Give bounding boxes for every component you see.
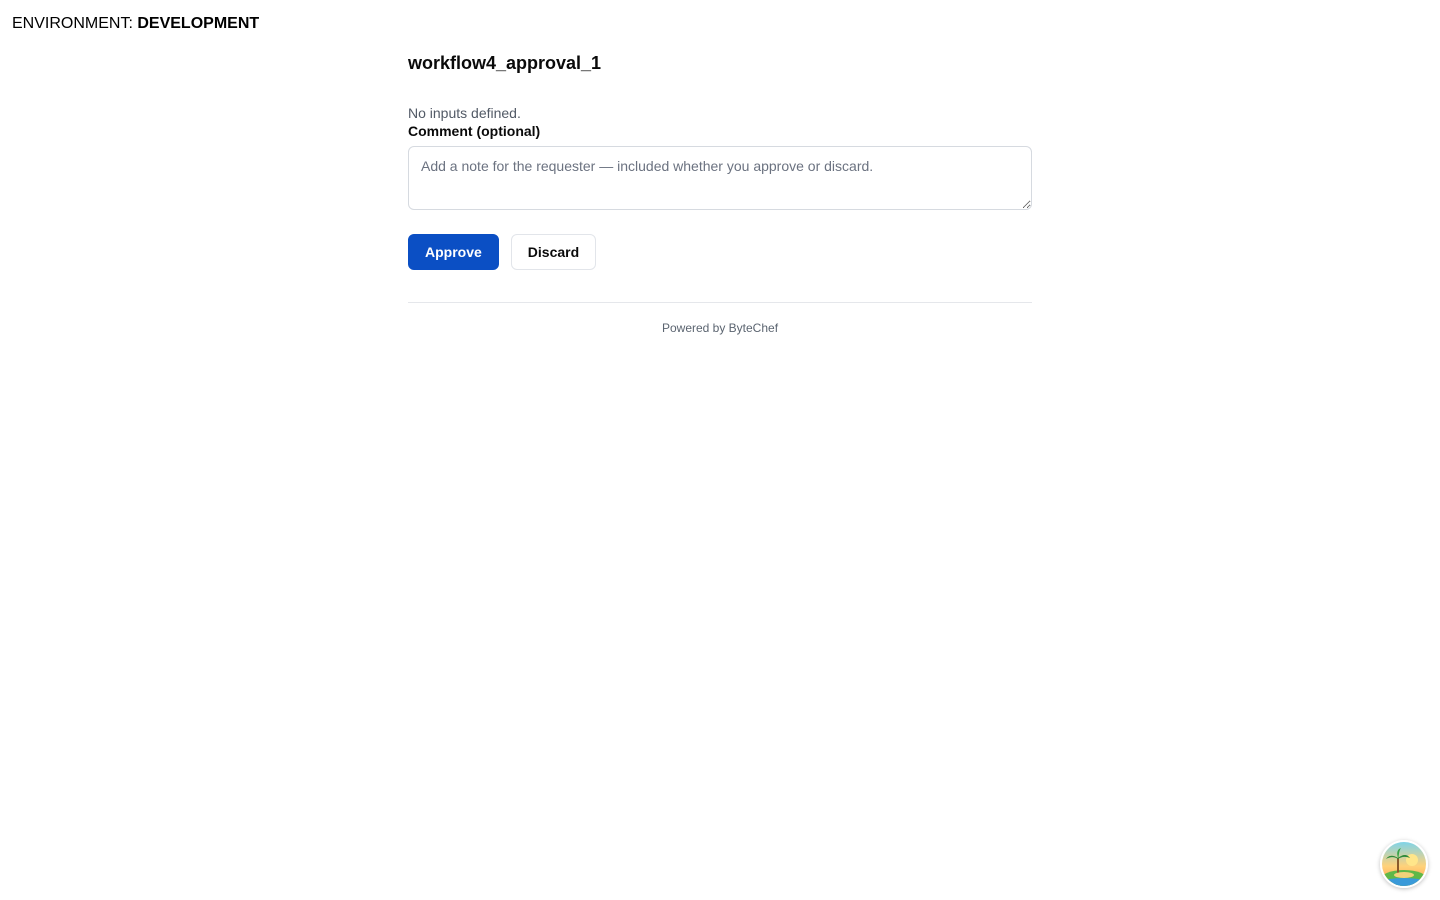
powered-by-footer: Powered by ByteChef	[661, 321, 779, 335]
environment-label: ENVIRONMENT:	[12, 15, 133, 32]
no-inputs-message: No inputs defined.	[408, 105, 521, 121]
tropical-island-avatar-icon	[1382, 842, 1426, 886]
approve-button[interactable]: Approve	[408, 234, 499, 270]
environment-value: DEVELOPMENT	[137, 15, 260, 32]
approval-form: workflow4_approval_1 No inputs defined. …	[408, 50, 1032, 335]
user-avatar[interactable]	[1380, 840, 1428, 888]
form-actions: Approve Discard	[408, 234, 1032, 270]
comment-input[interactable]	[408, 146, 1032, 210]
page-title: workflow4_approval_1	[408, 53, 602, 73]
comment-label: Comment (optional)	[408, 123, 541, 139]
discard-button[interactable]: Discard	[510, 234, 597, 270]
environment-banner: ENVIRONMENT: DEVELOPMENT	[12, 14, 259, 34]
footer-divider	[408, 302, 1032, 303]
